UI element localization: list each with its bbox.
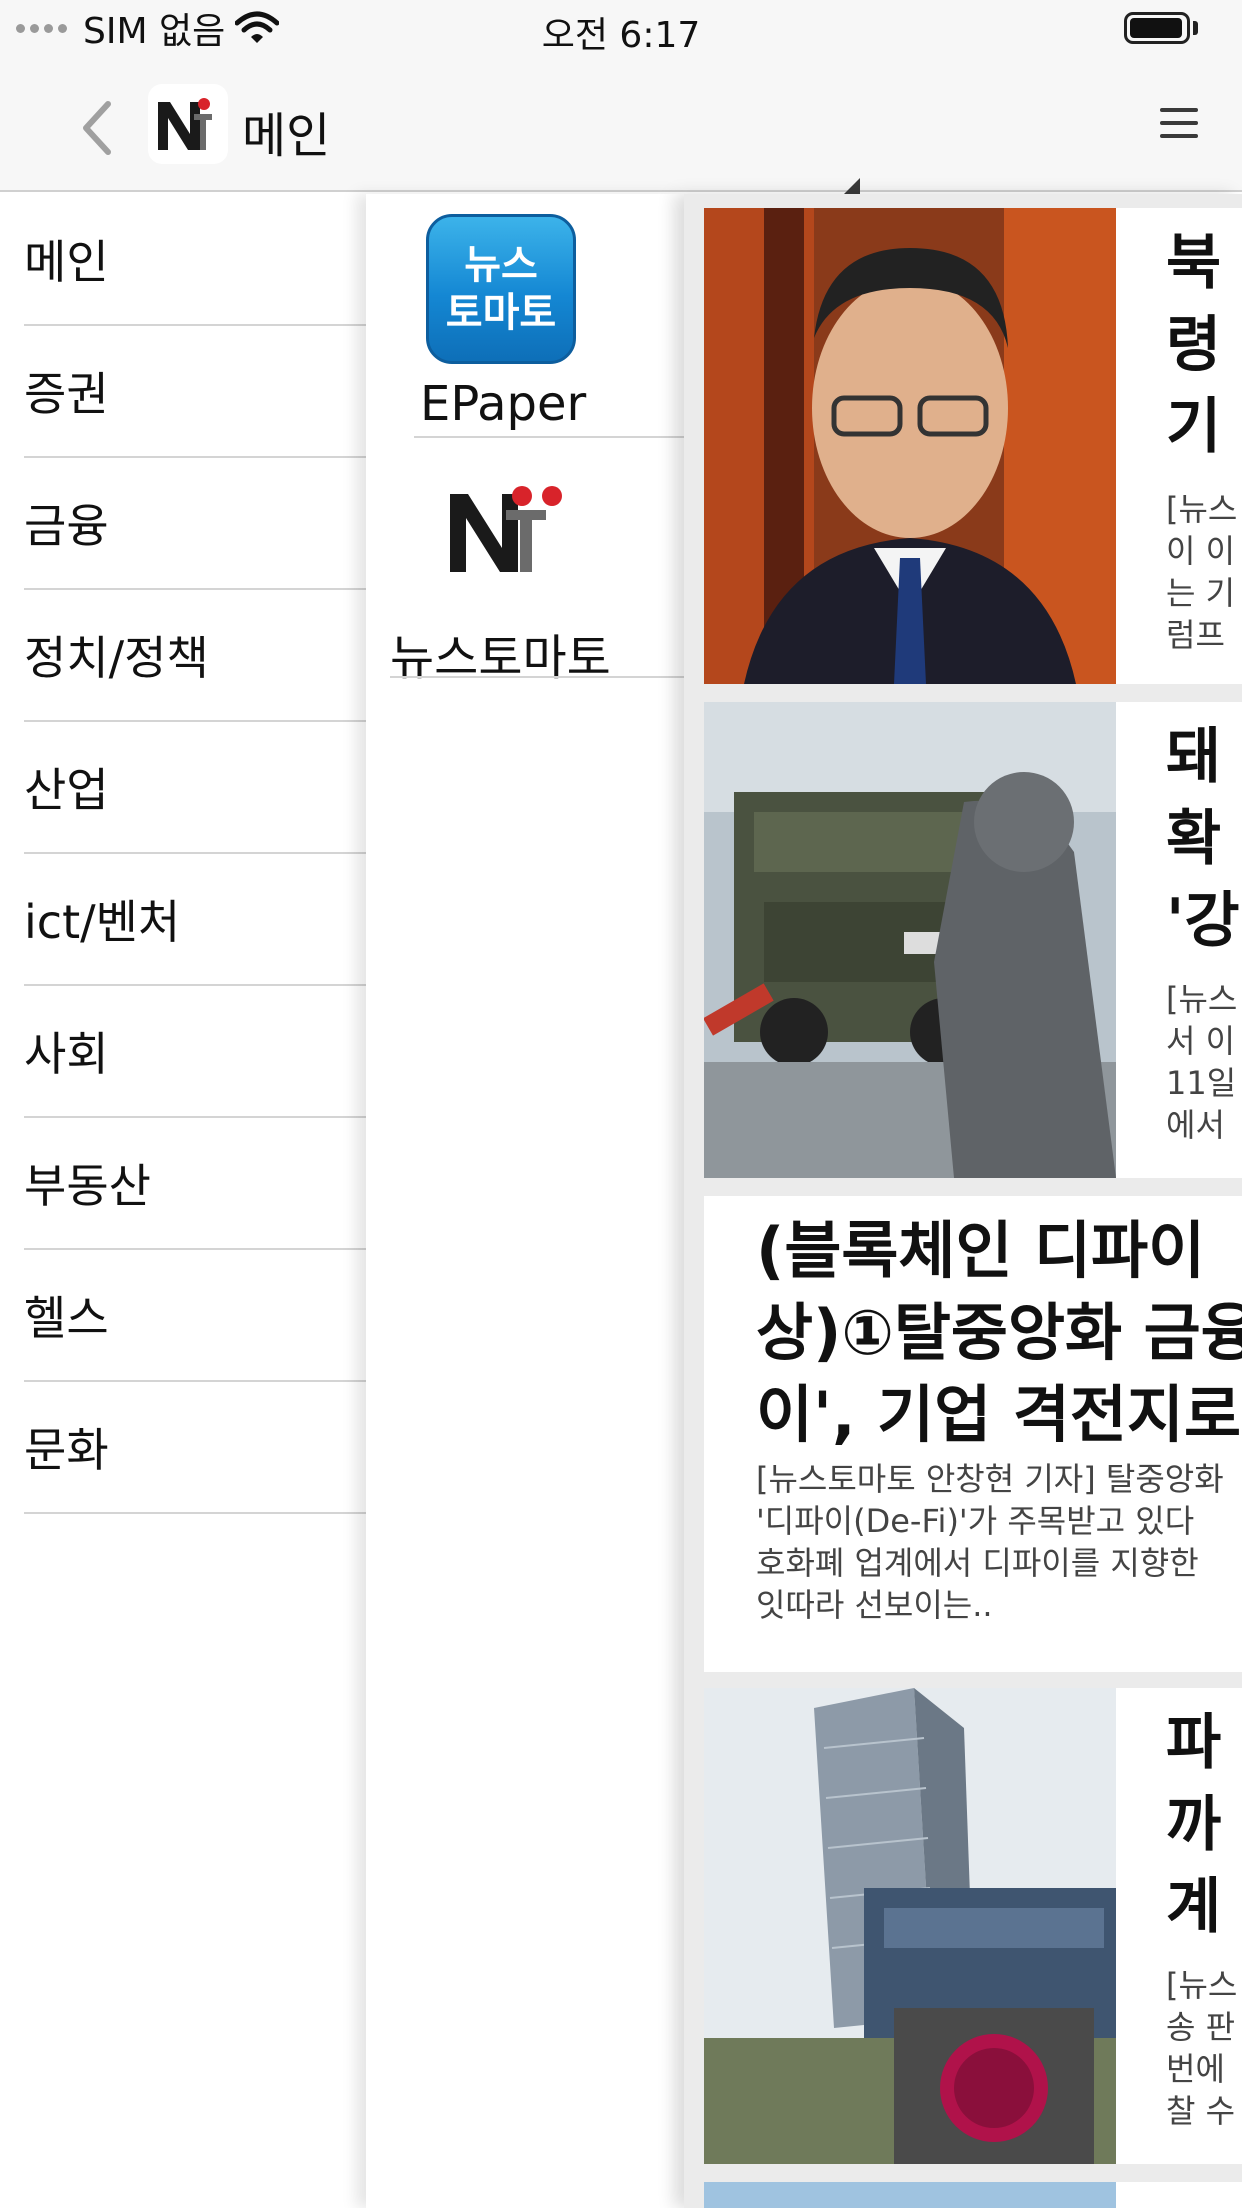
summary-line: 찰 수 <box>1166 2092 1236 2130</box>
sidebar-item-label: 사회 <box>24 1027 109 1081</box>
epaper-icon-text: 뉴스 <box>464 242 538 288</box>
article-title[interactable]: 돼 확 '강 <box>1166 716 1242 962</box>
article-card[interactable]: 파 까 계 [뉴스 송 판 번에 찰 수 <box>704 1688 1242 2164</box>
sidebar-item-industry[interactable]: 산업 <box>24 722 366 854</box>
article-card[interactable]: 돼 확 '강 [뉴스 서 이 11일 에서 <box>704 702 1242 1178</box>
divider <box>390 676 684 678</box>
summary-line: 11일 <box>1166 1064 1237 1102</box>
epaper-icon-text: 토마토 <box>445 290 557 336</box>
battery-icon <box>1124 12 1190 44</box>
nav-bar: 메인 <box>0 60 1242 202</box>
summary-line: [뉴스 <box>1166 1966 1238 2004</box>
sidebar-item-politics[interactable]: 정치/정책 <box>24 590 366 722</box>
article-summary: [뉴스토마토 안창현 기자] 탈중앙화 '디파이(De-Fi)'가 주목받고 있… <box>756 1458 1242 1626</box>
summary-line: 에서 <box>1166 1106 1225 1144</box>
sidebar-item-label: 산업 <box>24 763 109 817</box>
submenu-panel: 뉴스 토마토 EPaper 뉴스토마토 <box>366 194 684 2208</box>
summary-line: 잇따라 선보이는.. <box>756 1586 993 1624</box>
sidebar-item-label: 헬스 <box>24 1291 109 1345</box>
article-summary: [뉴스 서 이 11일 에서 <box>1166 978 1242 1146</box>
newstomato-logo-icon[interactable] <box>446 480 566 580</box>
divider <box>414 436 684 438</box>
sidebar-item-society[interactable]: 사회 <box>24 986 366 1118</box>
sidebar-item-label: 정치/정책 <box>24 631 209 685</box>
status-time: 오전 6:17 <box>541 15 701 56</box>
title-line: 령 <box>1166 310 1222 380</box>
article-title[interactable]: (블록체인 디파이 상)①탈중앙화 금융 이', 기업 격전지로 <box>756 1210 1242 1456</box>
article-summary: [뉴스 송 판 번에 찰 수 <box>1166 1964 1242 2132</box>
sidebar-item-label: ict/벤처 <box>24 895 181 949</box>
title-line: 확 <box>1166 804 1222 874</box>
sidebar-item-label: 부동산 <box>24 1159 151 1213</box>
category-sidebar: 메인 증권 금융 정치/정책 산업 ict/벤처 사회 부동산 헬스 문화 <box>0 194 366 2208</box>
summary-line: 번에 <box>1166 2050 1225 2088</box>
title-line: 까 <box>1166 1790 1222 1860</box>
title-line: 기 <box>1166 392 1222 462</box>
summary-line: 이 이 <box>1166 532 1236 570</box>
summary-line: 호화폐 업계에서 디파이를 지향한 <box>756 1544 1199 1582</box>
newstomato-logo-icon <box>148 84 228 164</box>
title-line: 계 <box>1166 1872 1222 1942</box>
article-card[interactable]: (블록체인 디파이 상)①탈중앙화 금융 이', 기업 격전지로 [뉴스토마토 … <box>704 1196 1242 1672</box>
sidebar-item-health[interactable]: 헬스 <box>24 1250 366 1382</box>
title-line: 돼 <box>1166 722 1222 792</box>
sidebar-item-culture[interactable]: 문화 <box>24 1382 366 1514</box>
status-bar: SIM 없음 오전 6:17 <box>0 0 1242 60</box>
article-card[interactable] <box>704 2182 1242 2208</box>
article-image[interactable] <box>704 2182 1116 2208</box>
article-image[interactable] <box>704 1688 1116 2164</box>
article-summary: [뉴스 이 이 는 기 럼프 <box>1166 488 1242 656</box>
sidebar-item-finance[interactable]: 금융 <box>24 458 366 590</box>
summary-line: [뉴스토마토 안창현 기자] 탈중앙화 <box>756 1460 1224 1498</box>
summary-line: 럼프 <box>1166 616 1225 654</box>
summary-line: 송 판 <box>1166 2008 1236 2046</box>
sidebar-item-label: 문화 <box>24 1423 109 1477</box>
summary-line: '디파이(De-Fi)'가 주목받고 있다 <box>756 1502 1195 1540</box>
article-image[interactable] <box>704 208 1116 684</box>
sidebar-item-ict[interactable]: ict/벤처 <box>24 854 366 986</box>
sidebar-item-real-estate[interactable]: 부동산 <box>24 1118 366 1250</box>
article-title[interactable]: 북 령 기 <box>1166 222 1242 468</box>
summary-line: 서 이 <box>1166 1022 1236 1060</box>
title-line: 북 <box>1166 228 1222 298</box>
epaper-label[interactable]: EPaper <box>420 376 586 432</box>
title-line: (블록체인 디파이 <box>756 1214 1206 1287</box>
sidebar-item-label: 금융 <box>24 499 109 553</box>
article-image[interactable] <box>704 702 1116 1178</box>
summary-line: 는 기 <box>1166 574 1236 612</box>
article-list: 북 령 기 [뉴스 이 이 는 기 럼프 돼 확 '강 [뉴스 서 이 11일 … <box>684 194 1242 2208</box>
sidebar-item-label: 증권 <box>24 367 109 421</box>
summary-line: [뉴스 <box>1166 980 1238 1018</box>
battery-tip <box>1193 21 1198 35</box>
epaper-icon[interactable]: 뉴스 토마토 <box>426 214 576 364</box>
sidebar-item-label: 메인 <box>24 235 109 289</box>
sidebar-item-main[interactable]: 메인 <box>24 194 366 326</box>
summary-line: [뉴스 <box>1166 490 1238 528</box>
article-title[interactable]: 파 까 계 <box>1166 1702 1242 1948</box>
hamburger-menu-icon[interactable] <box>1160 108 1198 138</box>
chevron-left-icon[interactable] <box>74 98 124 158</box>
title-line: 이', 기업 격전지로 <box>756 1378 1241 1451</box>
title-line: 상)①탈중앙화 금융 <box>756 1296 1242 1369</box>
page-title: 메인 <box>242 108 331 164</box>
sidebar-item-stocks[interactable]: 증권 <box>24 326 366 458</box>
title-line: 파 <box>1166 1708 1222 1778</box>
article-card[interactable]: 북 령 기 [뉴스 이 이 는 기 럼프 <box>704 208 1242 684</box>
title-line: '강 <box>1166 886 1240 956</box>
